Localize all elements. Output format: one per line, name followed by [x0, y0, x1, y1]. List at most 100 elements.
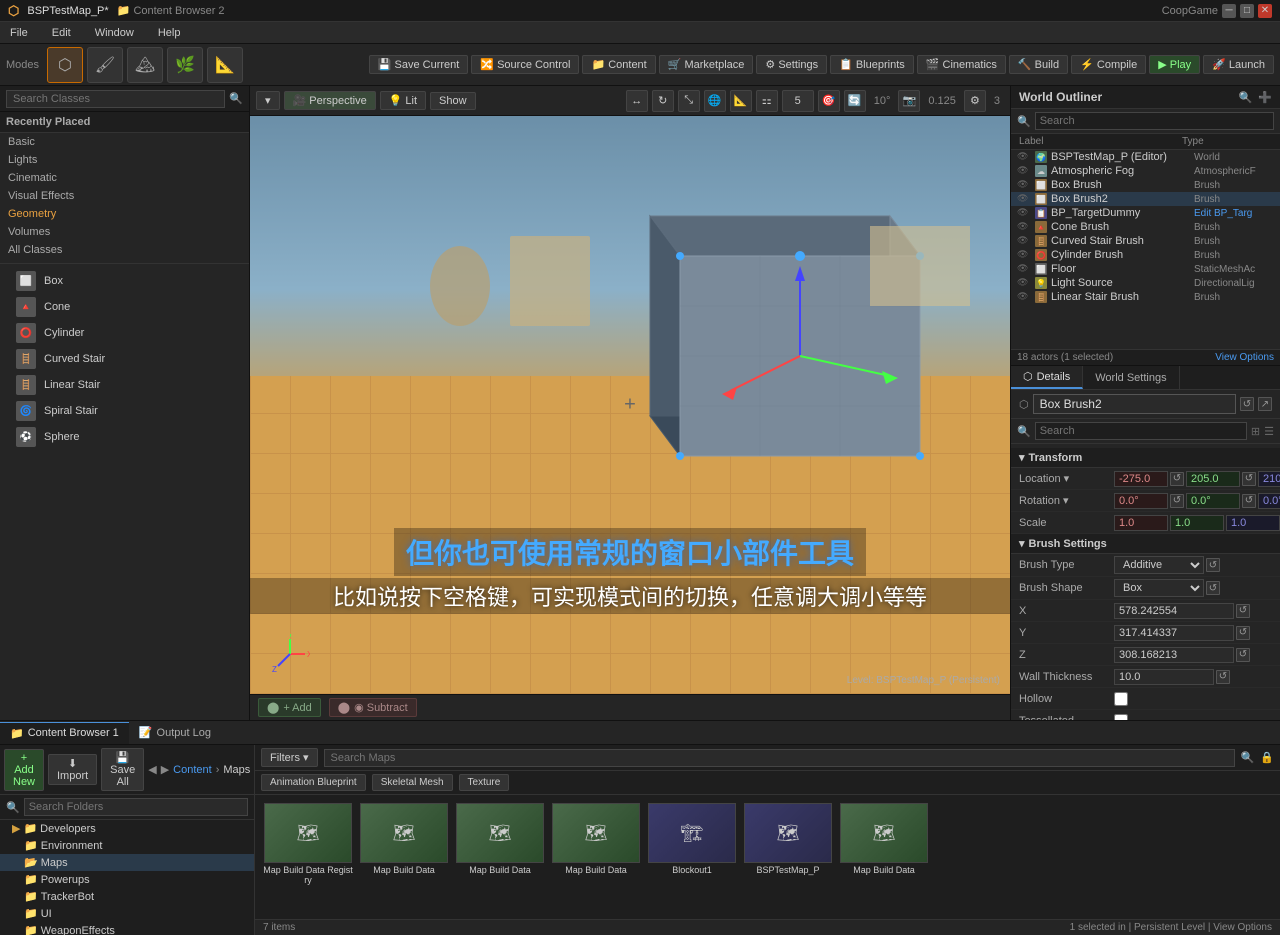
folder-developers[interactable]: ▶ 📁 Developers: [0, 820, 254, 837]
folder-powerups[interactable]: 📁 Powerups: [0, 871, 254, 888]
details-list-icon[interactable]: ☰: [1264, 425, 1274, 438]
asset-lock-icon[interactable]: 🔒: [1260, 751, 1274, 764]
tab-content-browser-1[interactable]: 📁 Content Browser 1: [0, 722, 129, 744]
rotation-y-reset[interactable]: ↺: [1242, 494, 1256, 508]
tessellated-checkbox[interactable]: [1114, 714, 1128, 721]
asset-map-build-4[interactable]: 🗺 Map Build Data: [839, 803, 929, 885]
location-y-input[interactable]: [1186, 471, 1240, 487]
cinematics-btn[interactable]: 🎬 Cinematics: [917, 55, 1006, 74]
wall-thickness-input[interactable]: [1114, 669, 1214, 685]
tab-details[interactable]: ⬡ Details: [1011, 366, 1083, 389]
scale-btn[interactable]: ⤡: [678, 90, 700, 112]
nav-back-btn[interactable]: ◀: [148, 763, 156, 776]
lit-btn[interactable]: 💡 Lit: [380, 91, 426, 110]
asset-bsp-test-map[interactable]: 🗺 BSPTestMap_P: [743, 803, 833, 885]
tab-world-settings[interactable]: World Settings: [1083, 366, 1179, 389]
details-search-input[interactable]: [1035, 422, 1247, 440]
shape-cone[interactable]: 🔺 Cone: [0, 294, 249, 320]
mode-landscape[interactable]: 🏔: [127, 47, 163, 83]
mode-geometry[interactable]: 📐: [207, 47, 243, 83]
mode-foliage[interactable]: 🌿: [167, 47, 203, 83]
wo-search-icon[interactable]: 🔍: [1239, 91, 1253, 104]
details-grid-icon[interactable]: ⊞: [1251, 425, 1260, 438]
texture-filter[interactable]: Texture: [459, 774, 510, 791]
folder-maps[interactable]: 📂 Maps: [0, 854, 254, 871]
content-btn[interactable]: 📁 Content: [582, 55, 655, 74]
z-reset[interactable]: ↺: [1236, 648, 1250, 662]
recently-placed-header[interactable]: Recently Placed: [0, 112, 249, 133]
wo-item-box-brush2[interactable]: 👁 ⬜ Box Brush2 Brush: [1011, 192, 1280, 206]
category-basic[interactable]: Basic: [0, 133, 249, 151]
tab-content-browser[interactable]: 📁 Content Browser 2: [117, 4, 225, 17]
z-input[interactable]: [1114, 647, 1234, 663]
save-current-btn[interactable]: 💾 Save Current: [369, 55, 469, 74]
menu-edit[interactable]: Edit: [46, 25, 77, 41]
shape-curved-stair[interactable]: 🪜 Curved Stair: [0, 346, 249, 372]
category-lights[interactable]: Lights: [0, 151, 249, 169]
tab-output-log[interactable]: 📝 Output Log: [129, 722, 221, 743]
asset-map-build-3[interactable]: 🗺 Map Build Data: [551, 803, 641, 885]
asset-map-build-2[interactable]: 🗺 Map Build Data: [455, 803, 545, 885]
launch-btn[interactable]: 🚀 Launch: [1203, 55, 1274, 74]
breadcrumb-maps[interactable]: Maps: [223, 764, 250, 776]
asset-search-input[interactable]: [324, 749, 1235, 767]
viewport-options-btn[interactable]: ⚙: [964, 90, 986, 112]
save-all-btn[interactable]: 💾 Save All: [101, 748, 144, 791]
hollow-checkbox[interactable]: [1114, 692, 1128, 706]
brush-shape-reset[interactable]: ↺: [1206, 581, 1220, 595]
wo-item-floor[interactable]: 👁 ⬜ Floor StaticMeshAc: [1011, 262, 1280, 276]
camera-speed-btn[interactable]: 🎯: [818, 90, 840, 112]
rotation-z-input[interactable]: [1258, 493, 1280, 509]
shape-linear-stair[interactable]: 🪜 Linear Stair: [0, 372, 249, 398]
wo-item-atm-fog[interactable]: 👁 ☁ Atmospheric Fog AtmosphericF: [1011, 164, 1280, 178]
rotate-btn[interactable]: ↻: [652, 90, 674, 112]
translate-btn[interactable]: ↔: [626, 90, 648, 112]
marketplace-btn[interactable]: 🛒 Marketplace: [659, 55, 754, 74]
folder-ui[interactable]: 📁 UI: [0, 905, 254, 922]
category-visual-effects[interactable]: Visual Effects: [0, 187, 249, 205]
import-btn[interactable]: ⬇ Import: [48, 754, 97, 785]
close-button[interactable]: ✕: [1258, 4, 1272, 18]
asset-map-build-1[interactable]: 🗺 Map Build Data: [359, 803, 449, 885]
maximize-button[interactable]: □: [1240, 4, 1254, 18]
category-geometry[interactable]: Geometry: [0, 205, 249, 223]
folder-trackerbot[interactable]: 📁 TrackerBot: [0, 888, 254, 905]
settings-btn[interactable]: ⚙ Settings: [756, 55, 827, 74]
x-reset[interactable]: ↺: [1236, 604, 1250, 618]
wo-item-curved-stair[interactable]: 👁 🪜 Curved Stair Brush Brush: [1011, 234, 1280, 248]
menu-file[interactable]: File: [4, 25, 34, 41]
play-btn[interactable]: ▶ Play: [1149, 55, 1200, 74]
brush-type-dropdown[interactable]: Additive Subtractive: [1114, 556, 1204, 574]
location-y-reset[interactable]: ↺: [1242, 472, 1256, 486]
shape-cylinder[interactable]: ⭕ Cylinder: [0, 320, 249, 346]
viewport-dropdown-btn[interactable]: ▾: [256, 91, 280, 110]
scale-z-input[interactable]: [1226, 515, 1280, 531]
surface-snap-btn[interactable]: 📐: [730, 90, 752, 112]
compile-btn[interactable]: ⚡ Compile: [1071, 55, 1146, 74]
rotation-y-input[interactable]: [1186, 493, 1240, 509]
nav-forward-btn[interactable]: ▶: [161, 763, 169, 776]
scale-x-input[interactable]: [1114, 515, 1168, 531]
filters-btn[interactable]: Filters ▾: [261, 748, 318, 767]
location-z-input[interactable]: [1258, 471, 1280, 487]
scale-y-input[interactable]: [1170, 515, 1224, 531]
wall-thickness-reset[interactable]: ↺: [1216, 670, 1230, 684]
rotation-snap-btn[interactable]: 🔄: [844, 90, 866, 112]
brush-shape-dropdown[interactable]: Box Sphere Cylinder: [1114, 579, 1204, 597]
wo-item-light-source[interactable]: 👁 💡 Light Source DirectionalLig: [1011, 276, 1280, 290]
mode-place[interactable]: ⬡: [47, 47, 83, 83]
location-x-reset[interactable]: ↺: [1170, 472, 1184, 486]
category-volumes[interactable]: Volumes: [0, 223, 249, 241]
mode-paint[interactable]: 🖌: [87, 47, 123, 83]
wo-item-box-brush[interactable]: 👁 ⬜ Box Brush Brush: [1011, 178, 1280, 192]
menu-window[interactable]: Window: [89, 25, 140, 41]
subtract-button[interactable]: ⬤ ◉ Subtract: [329, 698, 417, 717]
wo-add-icon[interactable]: ➕: [1258, 91, 1272, 104]
add-new-btn[interactable]: + Add New: [4, 749, 44, 791]
world-local-btn[interactable]: 🌐: [704, 90, 726, 112]
menu-help[interactable]: Help: [152, 25, 187, 41]
animation-blueprint-filter[interactable]: Animation Blueprint: [261, 774, 366, 791]
world-outliner-search-input[interactable]: [1035, 112, 1274, 130]
wo-item-bsptestmap[interactable]: 👁 🌍 BSPTestMap_P (Editor) World: [1011, 150, 1280, 164]
shape-sphere[interactable]: ⚽ Sphere: [0, 424, 249, 450]
